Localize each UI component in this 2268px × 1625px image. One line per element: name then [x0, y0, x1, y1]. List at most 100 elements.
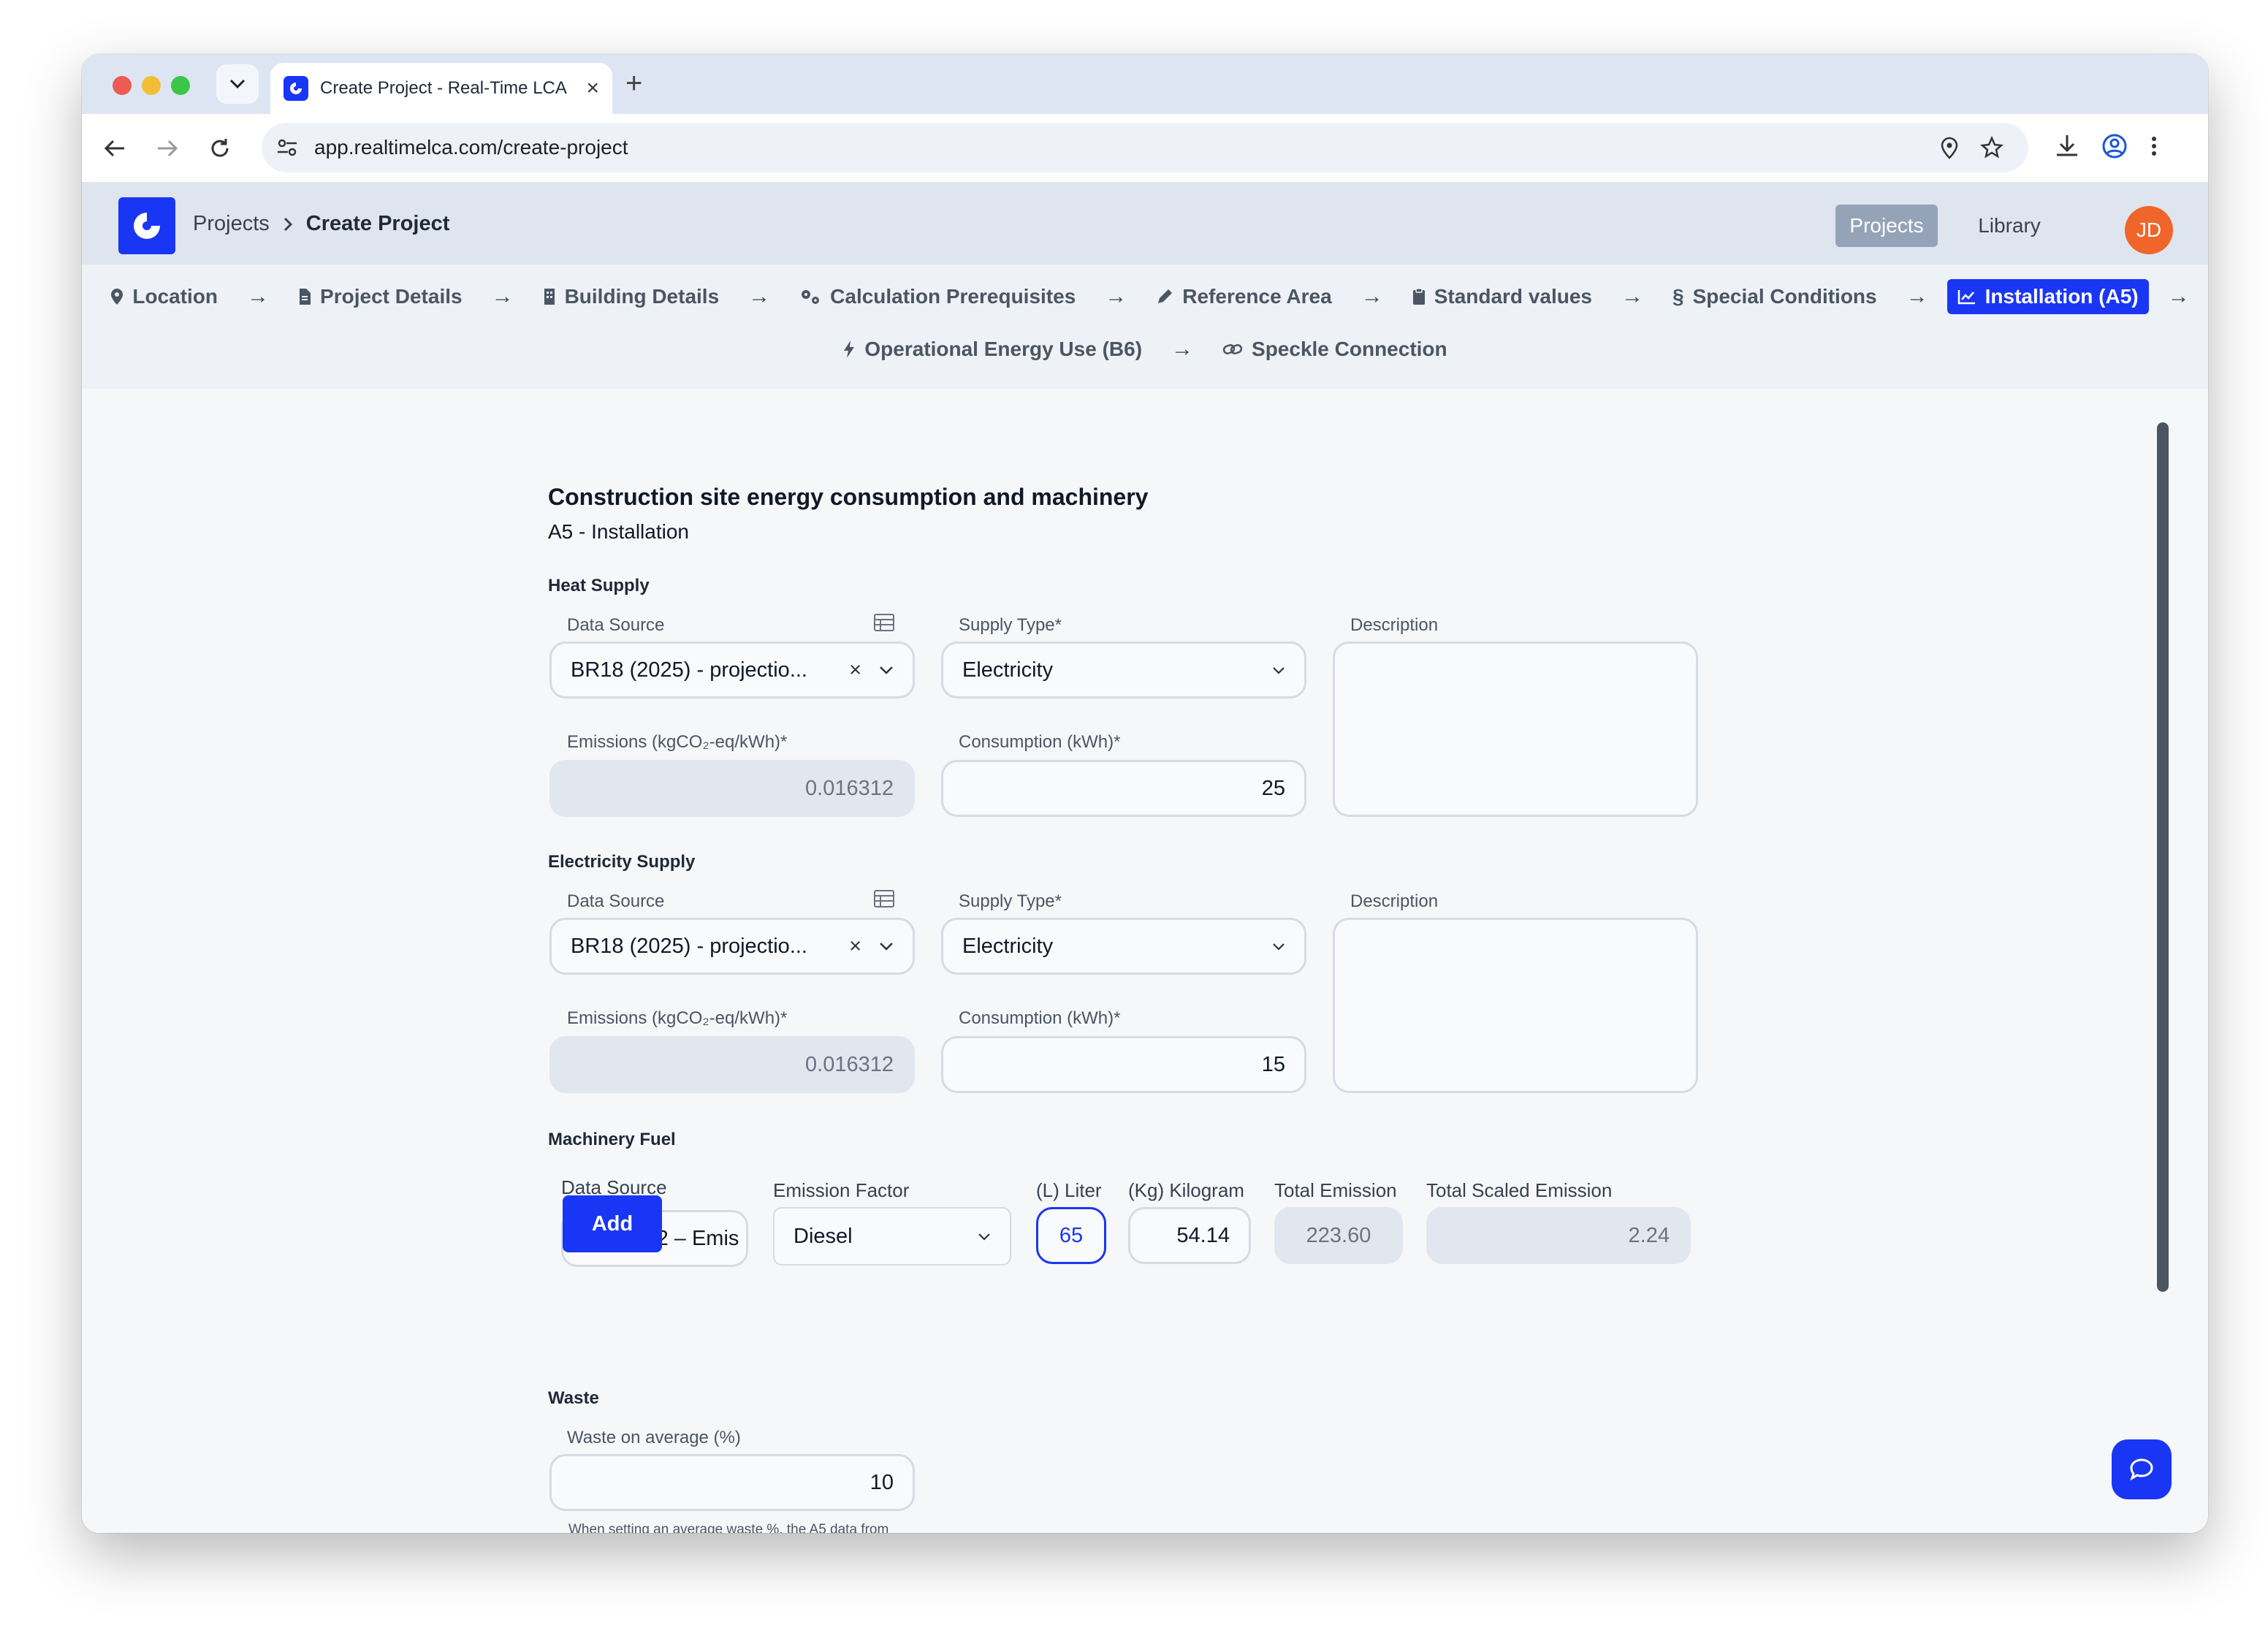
- waste-heading: Waste: [548, 1388, 599, 1408]
- heat-supply-type-label: Supply Type*: [959, 615, 1062, 635]
- page-title: Construction site energy consumption and…: [548, 484, 1149, 510]
- heat-supply-heading: Heat Supply: [548, 576, 650, 595]
- tab-search-button[interactable]: [216, 64, 259, 104]
- chevron-down-icon: [229, 79, 246, 89]
- building-icon: [544, 289, 555, 305]
- step-standard-values[interactable]: Standard values: [1402, 279, 1602, 314]
- machinery-kilogram-label: (Kg) Kilogram: [1128, 1179, 1244, 1201]
- electricity-supply-type-label: Supply Type*: [959, 891, 1062, 911]
- step-calculation-prerequisites[interactable]: Calculation Prerequisites: [789, 279, 1086, 314]
- step-arrow-icon: →: [748, 284, 771, 308]
- step-arrow-icon: →: [247, 284, 270, 308]
- electricity-emissions-field: 0.016312: [549, 1036, 915, 1093]
- chevron-down-icon: [1273, 943, 1285, 951]
- clear-icon[interactable]: ×: [849, 935, 861, 959]
- scrollbar-thumb[interactable]: [2157, 422, 2169, 1292]
- browser-toolbar: app.realtimelca.com/create-project: [82, 114, 2208, 183]
- location-pin-icon[interactable]: [1939, 136, 1960, 159]
- close-tab-icon[interactable]: ×: [586, 76, 599, 101]
- reload-icon: [211, 139, 229, 157]
- machinery-liter-input[interactable]: 65: [1036, 1207, 1106, 1264]
- step-location[interactable]: Location: [100, 279, 228, 314]
- page-subtitle: A5 - Installation: [548, 520, 689, 543]
- browser-window: Create Project - Real-Time LCA × + app.r…: [82, 54, 2208, 1533]
- tab-title: Create Project - Real-Time LCA: [320, 78, 567, 98]
- machinery-emission-factor-label: Emission Factor: [773, 1179, 910, 1201]
- arrow-left-icon: [104, 140, 124, 157]
- breadcrumb: Projects Create Project: [193, 212, 449, 236]
- step-special-conditions[interactable]: § Special Conditions: [1662, 279, 1887, 314]
- profile-icon[interactable]: [2101, 133, 2128, 159]
- step-arrow-icon: →: [1171, 337, 1194, 361]
- electricity-supply-type-select[interactable]: Electricity: [941, 918, 1306, 975]
- close-window-button[interactable]: [113, 76, 132, 95]
- waste-helper-text: When setting an average waste %, the A5 …: [568, 1522, 889, 1533]
- step-project-details[interactable]: Project Details: [288, 279, 473, 314]
- machinery-emission-factor-select[interactable]: Diesel: [773, 1207, 1011, 1266]
- breadcrumb-current: Create Project: [305, 212, 450, 235]
- step-arrow-icon: →: [1906, 284, 1928, 308]
- chevron-down-icon: [880, 666, 893, 674]
- table-icon[interactable]: [874, 614, 894, 631]
- reload-button[interactable]: [205, 133, 235, 164]
- electricity-consumption-label: Consumption (kWh)*: [959, 1008, 1121, 1028]
- step-building-details[interactable]: Building Details: [533, 279, 730, 314]
- table-icon[interactable]: [874, 890, 894, 907]
- clear-icon[interactable]: ×: [849, 658, 861, 682]
- nav-library-button[interactable]: Library: [1958, 205, 2060, 247]
- step-arrow-icon: →: [1105, 284, 1127, 308]
- url-text: app.realtimelca.com/create-project: [314, 136, 628, 159]
- app-logo[interactable]: [118, 197, 175, 254]
- nav-projects-button[interactable]: Projects: [1835, 205, 1938, 247]
- logo-icon: [134, 213, 160, 239]
- waste-average-input[interactable]: 10: [549, 1454, 915, 1511]
- browser-tab-active[interactable]: Create Project - Real-Time LCA ×: [270, 63, 612, 114]
- map-pin-icon: [111, 289, 123, 305]
- new-tab-button[interactable]: +: [625, 67, 642, 99]
- minimize-window-button[interactable]: [142, 76, 161, 95]
- step-installation-a5[interactable]: Installation (A5): [1947, 279, 2149, 314]
- heat-supply-type-select[interactable]: Electricity: [941, 642, 1306, 699]
- chat-bubble-icon: [2130, 1458, 2153, 1481]
- machinery-total-emission-label: Total Emission: [1274, 1179, 1397, 1201]
- electricity-supply-heading: Electricity Supply: [548, 852, 696, 872]
- step-reference-area[interactable]: Reference Area: [1146, 279, 1342, 314]
- electricity-consumption-input[interactable]: 15: [941, 1036, 1306, 1093]
- maximize-window-button[interactable]: [171, 76, 190, 95]
- tab-bar: Create Project - Real-Time LCA × +: [82, 54, 2208, 114]
- step-arrow-icon: →: [1361, 284, 1383, 308]
- step-navigation: Location → Project Details → Building De…: [82, 265, 2208, 389]
- step-arrow-icon: →: [2167, 284, 2190, 308]
- electricity-emissions-label: Emissions (kgCO₂-eq/kWh)*: [567, 1008, 788, 1028]
- electricity-description-textarea[interactable]: [1333, 918, 1698, 1093]
- back-button[interactable]: [99, 133, 130, 164]
- address-bar[interactable]: app.realtimelca.com/create-project: [262, 123, 2028, 172]
- app-header: Projects Create Project Projects Library…: [82, 183, 2208, 265]
- heat-data-source-label: Data Source: [567, 615, 665, 635]
- step-speckle-connection[interactable]: Speckle Connection: [1212, 332, 1458, 367]
- machinery-kilogram-input[interactable]: 54.14: [1128, 1207, 1251, 1264]
- bookmark-star-icon[interactable]: [1980, 136, 2003, 159]
- arrow-right-icon: [158, 140, 178, 157]
- chevron-down-icon: [978, 1233, 990, 1241]
- forward-button[interactable]: [152, 133, 183, 164]
- waste-average-label: Waste on average (%): [567, 1428, 741, 1447]
- heat-consumption-input[interactable]: 25: [941, 760, 1306, 817]
- chevron-down-icon: [880, 943, 893, 951]
- step-operational-energy-b6[interactable]: Operational Energy Use (B6): [832, 332, 1152, 367]
- section-sign-icon: §: [1673, 285, 1684, 308]
- site-favicon-icon: [284, 76, 308, 101]
- electricity-data-source-select[interactable]: BR18 (2025) - projectio... ×: [549, 918, 915, 975]
- site-settings-icon: [278, 139, 297, 156]
- link-icon: [1222, 344, 1243, 354]
- avatar[interactable]: JD: [2125, 206, 2173, 254]
- heat-data-source-select[interactable]: BR18 (2025) - projectio... ×: [549, 642, 915, 699]
- chat-button[interactable]: [2112, 1439, 2172, 1499]
- heat-description-textarea[interactable]: [1333, 642, 1698, 817]
- add-machinery-button[interactable]: Add: [563, 1195, 662, 1252]
- breadcrumb-projects[interactable]: Projects: [193, 212, 270, 236]
- more-vertical-icon[interactable]: [2150, 133, 2158, 159]
- heat-consumption-label: Consumption (kWh)*: [959, 732, 1121, 752]
- machinery-fuel-heading: Machinery Fuel: [548, 1130, 676, 1149]
- download-icon[interactable]: [2055, 133, 2079, 159]
